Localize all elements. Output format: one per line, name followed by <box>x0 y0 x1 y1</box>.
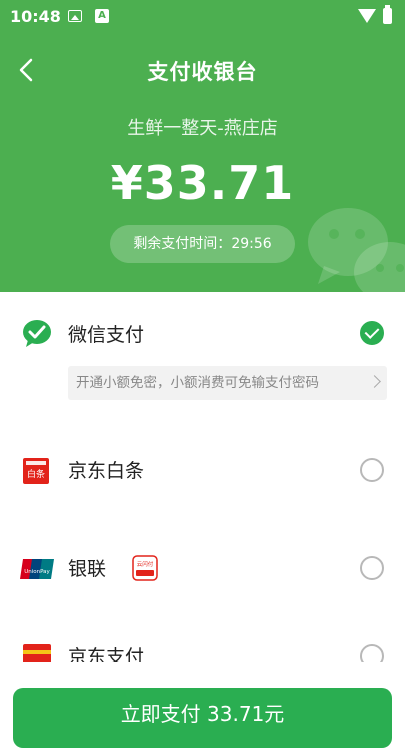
jd-baitiao-icon-text: 白条 <box>27 468 45 480</box>
payment-method-label: 京东支付 <box>68 646 145 662</box>
status-time: 10:48 <box>10 7 61 26</box>
payment-method-label: 微信支付 <box>68 324 145 346</box>
payment-method-unionpay[interactable]: UnionPay 银联 云闪付 <box>0 532 405 604</box>
radio-unselected-jd-pay[interactable] <box>360 644 384 662</box>
pay-now-button[interactable]: 立即支付 33.71元 <box>13 688 392 748</box>
promo-text: 开通小额免密，小额消费可免输支付密码 <box>76 375 319 391</box>
battery-icon <box>383 5 392 24</box>
radio-unselected-jd-baitiao[interactable] <box>360 458 384 482</box>
font-notification-icon: A <box>95 9 109 23</box>
wechat-pay-icon <box>23 320 51 347</box>
payment-method-jd-baitiao[interactable]: 白条 京东白条 <box>0 434 405 506</box>
countdown-value: 29:56 <box>231 236 272 252</box>
image-notification-icon <box>68 10 82 22</box>
payment-method-list: 微信支付 开通小额免密，小额消费可免输支付密码 白条 京东白条 UnionPay… <box>0 292 405 662</box>
countdown-pill: 剩余支付时间：29:56 <box>110 225 295 263</box>
payment-method-label: 京东白条 <box>68 460 145 482</box>
payment-method-wechat[interactable]: 微信支付 开通小额免密，小额消费可免输支付密码 <box>0 292 405 400</box>
payment-method-label: 银联 <box>68 558 107 580</box>
unionpay-icon-text: UnionPay <box>24 569 50 575</box>
unionpay-icon: UnionPay <box>20 559 54 579</box>
quickpass-badge-icon: 云闪付 <box>132 555 158 581</box>
wifi-icon <box>358 9 376 23</box>
chevron-right-icon <box>368 375 381 388</box>
cashier-header: 支付收银台 生鲜一整天-燕庄店 ¥33.71 剩余支付时间：29:56 <box>0 34 405 292</box>
jd-pay-icon <box>23 644 51 662</box>
status-bar: 10:48 A <box>0 0 405 34</box>
payment-method-jd-pay[interactable]: 京东支付 <box>0 630 405 662</box>
page-title: 支付收银台 <box>147 60 258 84</box>
radio-selected-wechat[interactable] <box>360 321 384 345</box>
quickpass-badge-text: 云闪付 <box>137 560 154 568</box>
radio-unselected-unionpay[interactable] <box>360 556 384 580</box>
wechat-logo-watermark-icon <box>308 208 405 292</box>
jd-baitiao-icon: 白条 <box>23 458 49 484</box>
passwordless-promo-banner[interactable]: 开通小额免密，小额消费可免输支付密码 <box>68 366 387 400</box>
countdown-label: 剩余支付时间： <box>133 236 232 252</box>
merchant-name: 生鲜一整天-燕庄店 <box>127 118 278 139</box>
